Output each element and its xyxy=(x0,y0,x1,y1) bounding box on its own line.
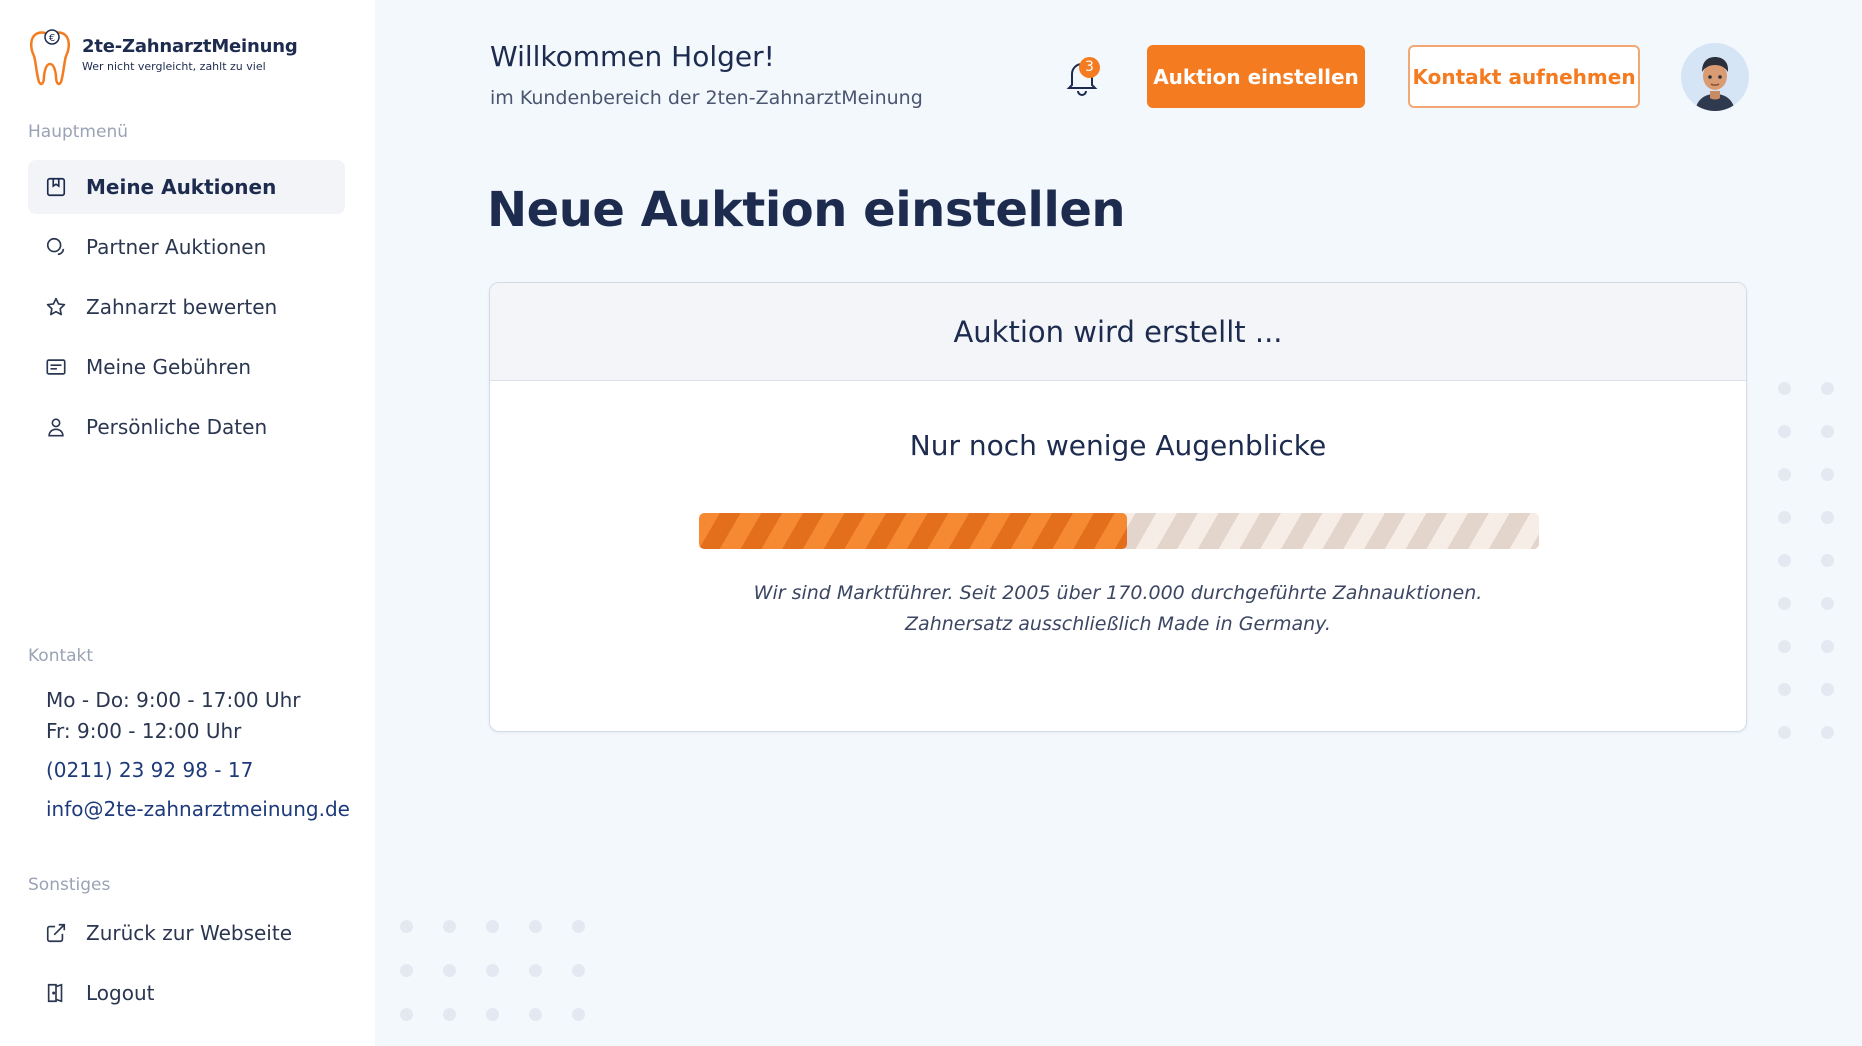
decorative-dot xyxy=(400,920,413,933)
contact-info: Mo - Do: 9:00 - 17:00 Uhr Fr: 9:00 - 12:… xyxy=(46,685,350,825)
decorative-dot xyxy=(1821,425,1834,438)
welcome-title: Willkommen Holger! xyxy=(490,40,775,73)
progress-bar xyxy=(699,513,1539,549)
decorative-dot xyxy=(443,1008,456,1021)
progress-fill xyxy=(699,513,1128,549)
decorative-dot xyxy=(529,1008,542,1021)
star-icon xyxy=(44,295,68,319)
card-body: Nur noch wenige Augenblicke Wir sind Mar… xyxy=(490,381,1746,731)
bell-icon xyxy=(1065,63,1099,100)
sidebar-item-meine-auktionen[interactable]: Meine Auktionen xyxy=(28,160,345,214)
decorative-dot xyxy=(1821,468,1834,481)
main-menu-label: Hauptmenü xyxy=(28,122,128,142)
contact-button[interactable]: Kontakt aufnehmen xyxy=(1408,45,1640,108)
other-menu: Zurück zur Webseite Logout xyxy=(28,906,345,1026)
external-link-icon xyxy=(44,921,68,945)
decorative-dot xyxy=(1821,511,1834,524)
phone-link[interactable]: (0211) 23 92 98 - 17 xyxy=(46,755,350,786)
create-auction-button[interactable]: Auktion einstellen xyxy=(1147,45,1365,108)
decorative-dot xyxy=(400,964,413,977)
sidebar-item-label: Meine Auktionen xyxy=(86,175,277,199)
decorative-dot xyxy=(572,1008,585,1021)
partner-icon xyxy=(44,235,68,259)
user-icon xyxy=(44,415,68,439)
decorative-dot xyxy=(1778,554,1791,567)
decorative-dot xyxy=(486,1008,499,1021)
decorative-dot xyxy=(443,920,456,933)
sidebar-item-label: Partner Auktionen xyxy=(86,235,267,259)
decorative-dot xyxy=(486,920,499,933)
sidebar-item-meine-gebuehren[interactable]: Meine Gebühren xyxy=(28,340,345,394)
welcome-subtitle: im Kundenbereich der 2ten-ZahnarztMeinun… xyxy=(490,87,923,109)
card-subtitle: Nur noch wenige Augenblicke xyxy=(909,429,1327,462)
auction-icon xyxy=(44,175,68,199)
decorative-dot xyxy=(1821,726,1834,739)
decorative-dot xyxy=(1778,468,1791,481)
welcome-block: Willkommen Holger! im Kundenbereich der … xyxy=(490,40,923,109)
svg-text:€: € xyxy=(49,33,55,44)
app: € 2te-ZahnarztMeinung Wer nicht vergleic… xyxy=(0,0,1862,1046)
avatar[interactable] xyxy=(1681,43,1749,111)
note-line-1: Wir sind Marktführer. Seit 2005 über 170… xyxy=(753,582,1483,604)
decorative-dot xyxy=(1778,683,1791,696)
notification-badge: 3 xyxy=(1079,57,1100,78)
decorative-dot xyxy=(1821,554,1834,567)
sidebar-item-label: Logout xyxy=(86,981,155,1005)
page-title: Neue Auktion einstellen xyxy=(487,182,1126,238)
card-header: Auktion wird erstellt ... xyxy=(490,283,1746,381)
decorative-dot xyxy=(572,920,585,933)
decorative-dot xyxy=(1778,640,1791,653)
sidebar-item-label: Meine Gebühren xyxy=(86,355,252,379)
sidebar-item-partner-auktionen[interactable]: Partner Auktionen xyxy=(28,220,345,274)
other-label: Sonstiges xyxy=(28,875,111,895)
contact-label: Kontakt xyxy=(28,646,94,666)
decorative-dot xyxy=(529,920,542,933)
decorative-dot xyxy=(1778,511,1791,524)
hours-friday: Fr: 9:00 - 12:00 Uhr xyxy=(46,719,242,743)
sidebar-item-zahnarzt-bewerten[interactable]: Zahnarzt bewerten xyxy=(28,280,345,334)
decorative-dot xyxy=(1821,597,1834,610)
decorative-dot xyxy=(1821,683,1834,696)
logout-icon xyxy=(44,981,68,1005)
sidebar-item-label: Zahnarzt bewerten xyxy=(86,295,278,319)
decorative-dot xyxy=(1778,597,1791,610)
sidebar-item-back-to-website[interactable]: Zurück zur Webseite xyxy=(28,906,345,960)
decorative-dot xyxy=(400,1008,413,1021)
decorative-dot xyxy=(1821,382,1834,395)
email-link[interactable]: info@2te-zahnarztmeinung.de xyxy=(46,794,350,825)
decorative-dot xyxy=(1821,640,1834,653)
brand-logo[interactable]: € 2te-ZahnarztMeinung Wer nicht vergleic… xyxy=(28,26,298,90)
auction-progress-card: Auktion wird erstellt ... Nur noch wenig… xyxy=(489,282,1747,732)
note-line-2: Zahnersatz ausschließlich Made in German… xyxy=(905,613,1331,635)
decorative-dot xyxy=(1778,425,1791,438)
sidebar-item-logout[interactable]: Logout xyxy=(28,966,345,1020)
brand-tagline: Wer nicht vergleicht, zahlt zu viel xyxy=(82,60,266,73)
hours-weekdays: Mo - Do: 9:00 - 17:00 Uhr xyxy=(46,688,301,712)
brand-name: 2te-ZahnarztMeinung xyxy=(82,36,298,57)
decorative-dot xyxy=(1778,726,1791,739)
card-note: Wir sind Marktführer. Seit 2005 über 170… xyxy=(490,578,1746,640)
fees-icon xyxy=(44,355,68,379)
decorative-dot xyxy=(486,964,499,977)
tooth-logo-icon: € xyxy=(28,26,72,90)
decorative-dot xyxy=(572,964,585,977)
decorative-dot xyxy=(1778,382,1791,395)
sidebar: € 2te-ZahnarztMeinung Wer nicht vergleic… xyxy=(0,0,375,1046)
sidebar-item-persoenliche-daten[interactable]: Persönliche Daten xyxy=(28,400,345,454)
decorative-dot xyxy=(529,964,542,977)
main-menu: Meine Auktionen Partner Auktionen Zahnar… xyxy=(28,160,345,460)
decorative-dot xyxy=(443,964,456,977)
sidebar-item-label: Persönliche Daten xyxy=(86,415,268,439)
sidebar-item-label: Zurück zur Webseite xyxy=(86,921,292,945)
main-content: Willkommen Holger! im Kundenbereich der … xyxy=(375,0,1862,1046)
